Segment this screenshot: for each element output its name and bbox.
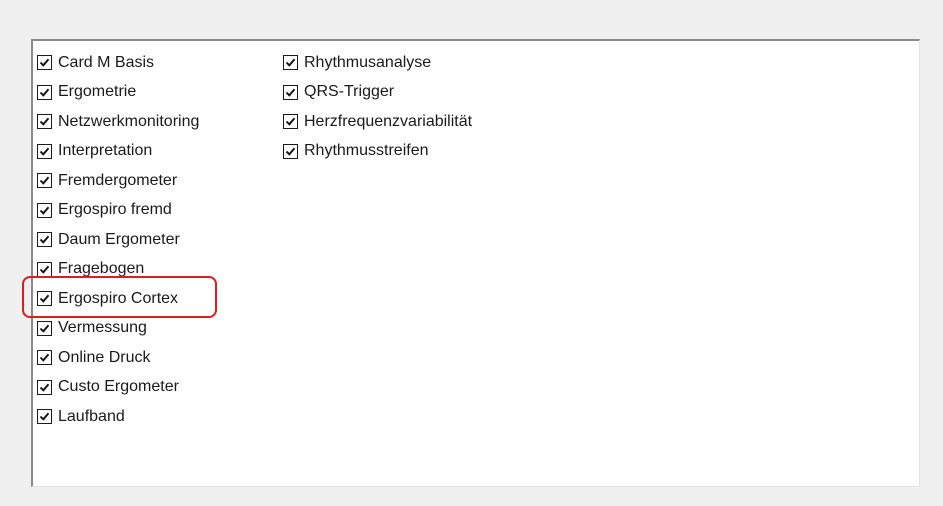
checkbox-checked-icon[interactable]: [37, 379, 52, 395]
checkbox-label: Vermessung: [58, 319, 147, 337]
checkbox-checked-icon[interactable]: [283, 55, 298, 71]
checkbox-label: Card M Basis: [58, 53, 155, 71]
checkbox-checked-icon[interactable]: [37, 114, 52, 130]
checkbox-checked-icon[interactable]: [283, 143, 298, 159]
checkbox-item-rhythmusstreifen[interactable]: Rhythmusstreifen: [283, 137, 472, 167]
checkbox-label: Netzwerkmonitoring: [58, 112, 200, 130]
checkbox-item-qrs-trigger[interactable]: QRS-Trigger: [283, 78, 472, 108]
checkbox-item-herzfrequenzvariabilitaet[interactable]: Herzfrequenzvariabilität: [283, 107, 472, 137]
checkbox-item-netzwerkmonitoring[interactable]: Netzwerkmonitoring: [37, 107, 199, 137]
checkbox-checked-icon[interactable]: [37, 232, 52, 248]
checkbox-label: Interpretation: [58, 142, 153, 160]
checkbox-checked-icon[interactable]: [37, 261, 52, 277]
checkbox-item-ergospiro-cortex[interactable]: Ergospiro Cortex: [37, 284, 199, 314]
checkbox-label: Rhythmusanalyse: [304, 53, 432, 71]
checkbox-label: Custo Ergometer: [58, 378, 179, 396]
checkbox-item-laufband[interactable]: Laufband: [37, 402, 199, 432]
checkbox-item-rhythmusanalyse[interactable]: Rhythmusanalyse: [283, 48, 472, 78]
checkbox-item-ergospiro-fremd[interactable]: Ergospiro fremd: [37, 196, 199, 226]
checkbox-label: Laufband: [58, 407, 125, 425]
options-column-2: Rhythmusanalyse QRS-Trigger Herzfrequenz…: [283, 48, 472, 166]
checkbox-label: Online Druck: [58, 348, 151, 366]
checkbox-label: Daum Ergometer: [58, 230, 180, 248]
checkbox-label: Fragebogen: [58, 260, 145, 278]
checkbox-checked-icon[interactable]: [283, 84, 298, 100]
options-column-1: Card M Basis Ergometrie Netzwerkmonitori…: [37, 48, 199, 432]
checkbox-item-card-m-basis[interactable]: Card M Basis: [37, 48, 199, 78]
checkbox-checked-icon[interactable]: [37, 84, 52, 100]
checkbox-label: Ergospiro fremd: [58, 201, 172, 219]
checkbox-checked-icon[interactable]: [37, 409, 52, 425]
checkbox-checked-icon[interactable]: [37, 143, 52, 159]
checkbox-label: Ergospiro Cortex: [58, 289, 179, 307]
checkbox-checked-icon[interactable]: [37, 291, 52, 307]
checkbox-checked-icon[interactable]: [37, 55, 52, 71]
checkbox-checked-icon[interactable]: [37, 320, 52, 336]
checkbox-item-vermessung[interactable]: Vermessung: [37, 314, 199, 344]
checkbox-item-custo-ergometer[interactable]: Custo Ergometer: [37, 373, 199, 403]
checkbox-label: Herzfrequenzvariabilität: [304, 112, 473, 130]
checkbox-checked-icon[interactable]: [283, 114, 298, 130]
checkbox-item-fragebogen[interactable]: Fragebogen: [37, 255, 199, 285]
checkbox-label: Ergometrie: [58, 83, 137, 101]
checkbox-item-interpretation[interactable]: Interpretation: [37, 137, 199, 167]
checkbox-item-online-druck[interactable]: Online Druck: [37, 343, 199, 373]
checkbox-label: Rhythmusstreifen: [304, 142, 429, 160]
checkbox-item-fremdergometer[interactable]: Fremdergometer: [37, 166, 199, 196]
checkbox-label: QRS-Trigger: [304, 83, 395, 101]
checkbox-checked-icon[interactable]: [37, 173, 52, 189]
checkbox-checked-icon[interactable]: [37, 350, 52, 366]
checkbox-label: Fremdergometer: [58, 171, 178, 189]
options-checklist-panel: Card M Basis Ergometrie Netzwerkmonitori…: [31, 39, 920, 487]
checkbox-item-ergometrie[interactable]: Ergometrie: [37, 78, 199, 108]
checkbox-item-daum-ergometer[interactable]: Daum Ergometer: [37, 225, 199, 255]
checkbox-checked-icon[interactable]: [37, 202, 52, 218]
